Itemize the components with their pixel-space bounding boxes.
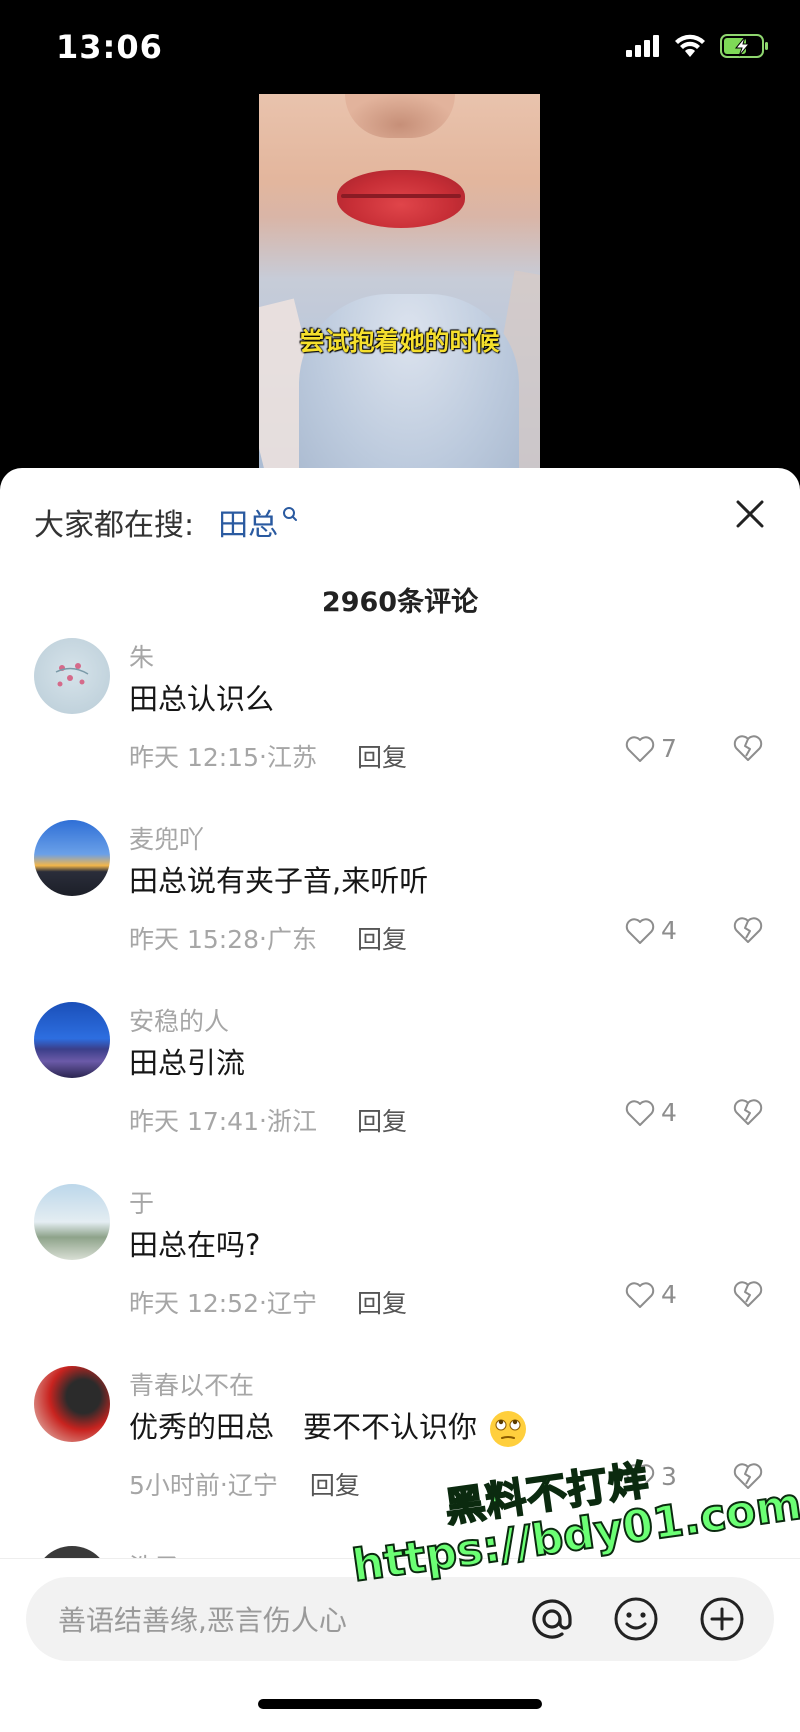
battery-charging-icon <box>720 34 768 58</box>
meta-separator: · <box>259 1105 267 1135</box>
comment-time: 5小时前 <box>129 1471 220 1500</box>
heart-icon <box>625 1099 655 1126</box>
comment-text: 优秀的田总 要不不认识你 <box>129 1404 528 1449</box>
comment-input-placeholder: 善语结善缘,恶言伤人心 <box>58 1604 347 1637</box>
video-scene-lip-line <box>341 194 461 198</box>
comment-input[interactable]: 善语结善缘,恶言伤人心 <box>26 1577 774 1661</box>
search-suggestion: 大家都在搜: 田总 <box>34 500 298 544</box>
reply-button[interactable]: 回复 <box>357 738 407 774</box>
emoji-icon[interactable] <box>612 1595 660 1643</box>
comment-region: 辽宁 <box>227 1471 278 1500</box>
video-scene-lips <box>337 170 465 228</box>
avatar[interactable] <box>34 1002 110 1078</box>
search-icon <box>283 507 298 521</box>
video-scene-nose <box>345 94 455 138</box>
wifi-icon <box>675 34 705 57</box>
like-button[interactable]: 4 <box>625 916 677 945</box>
comment-region: 广东 <box>266 925 317 954</box>
add-icon[interactable] <box>698 1595 746 1643</box>
reply-button[interactable]: 回复 <box>357 1284 407 1320</box>
like-button[interactable]: 3 <box>625 1462 677 1491</box>
avatar-image <box>55 663 89 687</box>
video-caption: 尝试抱着她的时候 <box>299 327 500 356</box>
reply-button[interactable]: 回复 <box>357 1102 407 1138</box>
comment-username[interactable]: 朱 <box>129 638 154 674</box>
meta-separator: · <box>219 1469 228 1499</box>
status-time: 13:06 <box>56 28 163 66</box>
broken-heart-icon[interactable] <box>733 1462 763 1490</box>
broken-heart-icon[interactable] <box>733 1098 763 1126</box>
comment-text: 田总在吗? <box>129 1228 261 1262</box>
comment-region: 浙江 <box>266 1107 317 1136</box>
comment-text: 田总认识么 <box>129 682 275 716</box>
close-icon[interactable] <box>728 492 772 536</box>
comment-text-content: 优秀的田总 要不不认识你 <box>129 1410 478 1444</box>
reply-button[interactable]: 回复 <box>357 920 407 956</box>
comment-count: 2960条评论 <box>321 587 479 618</box>
like-button[interactable]: 7 <box>625 734 677 763</box>
comment-text: 田总说有夹子音,来听听 <box>129 864 429 898</box>
search-keyword-link[interactable]: 田总 <box>218 500 278 544</box>
comment-region: 辽宁 <box>266 1289 317 1318</box>
comment-meta: 昨天 12:15 · 江苏 回复 <box>129 738 407 774</box>
comment-region: 江苏 <box>266 743 317 772</box>
search-suggestion-label: 大家都在搜: <box>34 508 195 543</box>
broken-heart-icon[interactable] <box>733 734 763 762</box>
comment-item: 朱 田总认识么 昨天 12:15 · 江苏 回复 7 <box>0 636 800 818</box>
meta-separator: · <box>259 1287 267 1317</box>
heart-icon <box>625 1463 655 1490</box>
comment-time: 昨天 15:28 <box>129 925 259 954</box>
comment-item: 安稳的人 田总引流 昨天 17:41 · 浙江 回复 4 <box>0 1000 800 1182</box>
heart-icon <box>625 1281 655 1308</box>
comment-item: 麦兜吖 田总说有夹子音,来听听 昨天 15:28 · 广东 回复 4 <box>0 818 800 1000</box>
avatar[interactable] <box>34 1366 110 1442</box>
comment-list: 朱 田总认识么 昨天 12:15 · 江苏 回复 7 麦兜吖 田总说有夹子音,来… <box>0 636 800 1546</box>
avatar[interactable] <box>34 638 110 714</box>
comment-item: 青春以不在 优秀的田总 要不不认识你 5小时前 · 辽宁 回复 3 <box>0 1364 800 1546</box>
comment-input-bar: 善语结善缘,恶言伤人心 <box>0 1558 800 1732</box>
meta-separator: · <box>259 741 267 771</box>
video-frame[interactable]: 尝试抱着她的时候 <box>259 94 540 480</box>
app-root: 尝试抱着她的时候 13:06 大家都在搜: 田总 2960条评论 朱 田总认识么… <box>0 0 800 1732</box>
comment-item: 于 田总在吗? 昨天 12:52 · 辽宁 回复 4 <box>0 1182 800 1364</box>
broken-heart-icon[interactable] <box>733 916 763 944</box>
avatar[interactable] <box>34 820 110 896</box>
like-count: 4 <box>661 1280 677 1309</box>
heart-icon <box>625 735 655 762</box>
home-indicator[interactable] <box>258 1699 542 1709</box>
avatar[interactable] <box>34 1184 110 1260</box>
meta-separator: · <box>259 923 267 953</box>
like-count: 4 <box>661 916 677 945</box>
comment-time: 昨天 12:15 <box>129 743 259 772</box>
comment-username[interactable]: 安稳的人 <box>129 1002 229 1038</box>
like-button[interactable]: 4 <box>625 1098 677 1127</box>
comment-meta: 昨天 15:28 · 广东 回复 <box>129 920 407 956</box>
mention-icon[interactable] <box>528 1595 576 1643</box>
broken-heart-icon[interactable] <box>733 1280 763 1308</box>
like-count: 3 <box>661 1462 677 1491</box>
like-count: 4 <box>661 1098 677 1127</box>
comment-time: 昨天 17:41 <box>129 1107 259 1136</box>
status-bar: 13:06 <box>0 0 800 96</box>
comment-meta: 昨天 12:52 · 辽宁 回复 <box>129 1284 407 1320</box>
like-button[interactable]: 4 <box>625 1280 677 1309</box>
status-icons <box>626 34 770 58</box>
comments-sheet: 大家都在搜: 田总 2960条评论 朱 田总认识么 昨天 12:15 · 江苏 … <box>0 468 800 1732</box>
comment-text: 田总引流 <box>129 1046 246 1080</box>
comment-username[interactable]: 青春以不在 <box>129 1366 254 1402</box>
reply-button[interactable]: 回复 <box>310 1466 360 1502</box>
rolling-eyes-emoji-icon <box>490 1411 527 1447</box>
comment-time: 昨天 12:52 <box>129 1289 259 1318</box>
comment-username[interactable]: 麦兜吖 <box>129 820 204 856</box>
like-count: 7 <box>661 734 677 763</box>
comment-username[interactable]: 于 <box>129 1184 154 1220</box>
heart-icon <box>625 917 655 944</box>
comment-meta: 昨天 17:41 · 浙江 回复 <box>129 1102 407 1138</box>
comment-meta: 5小时前 · 辽宁 回复 <box>129 1466 360 1502</box>
cellular-signal-icon <box>626 35 659 57</box>
